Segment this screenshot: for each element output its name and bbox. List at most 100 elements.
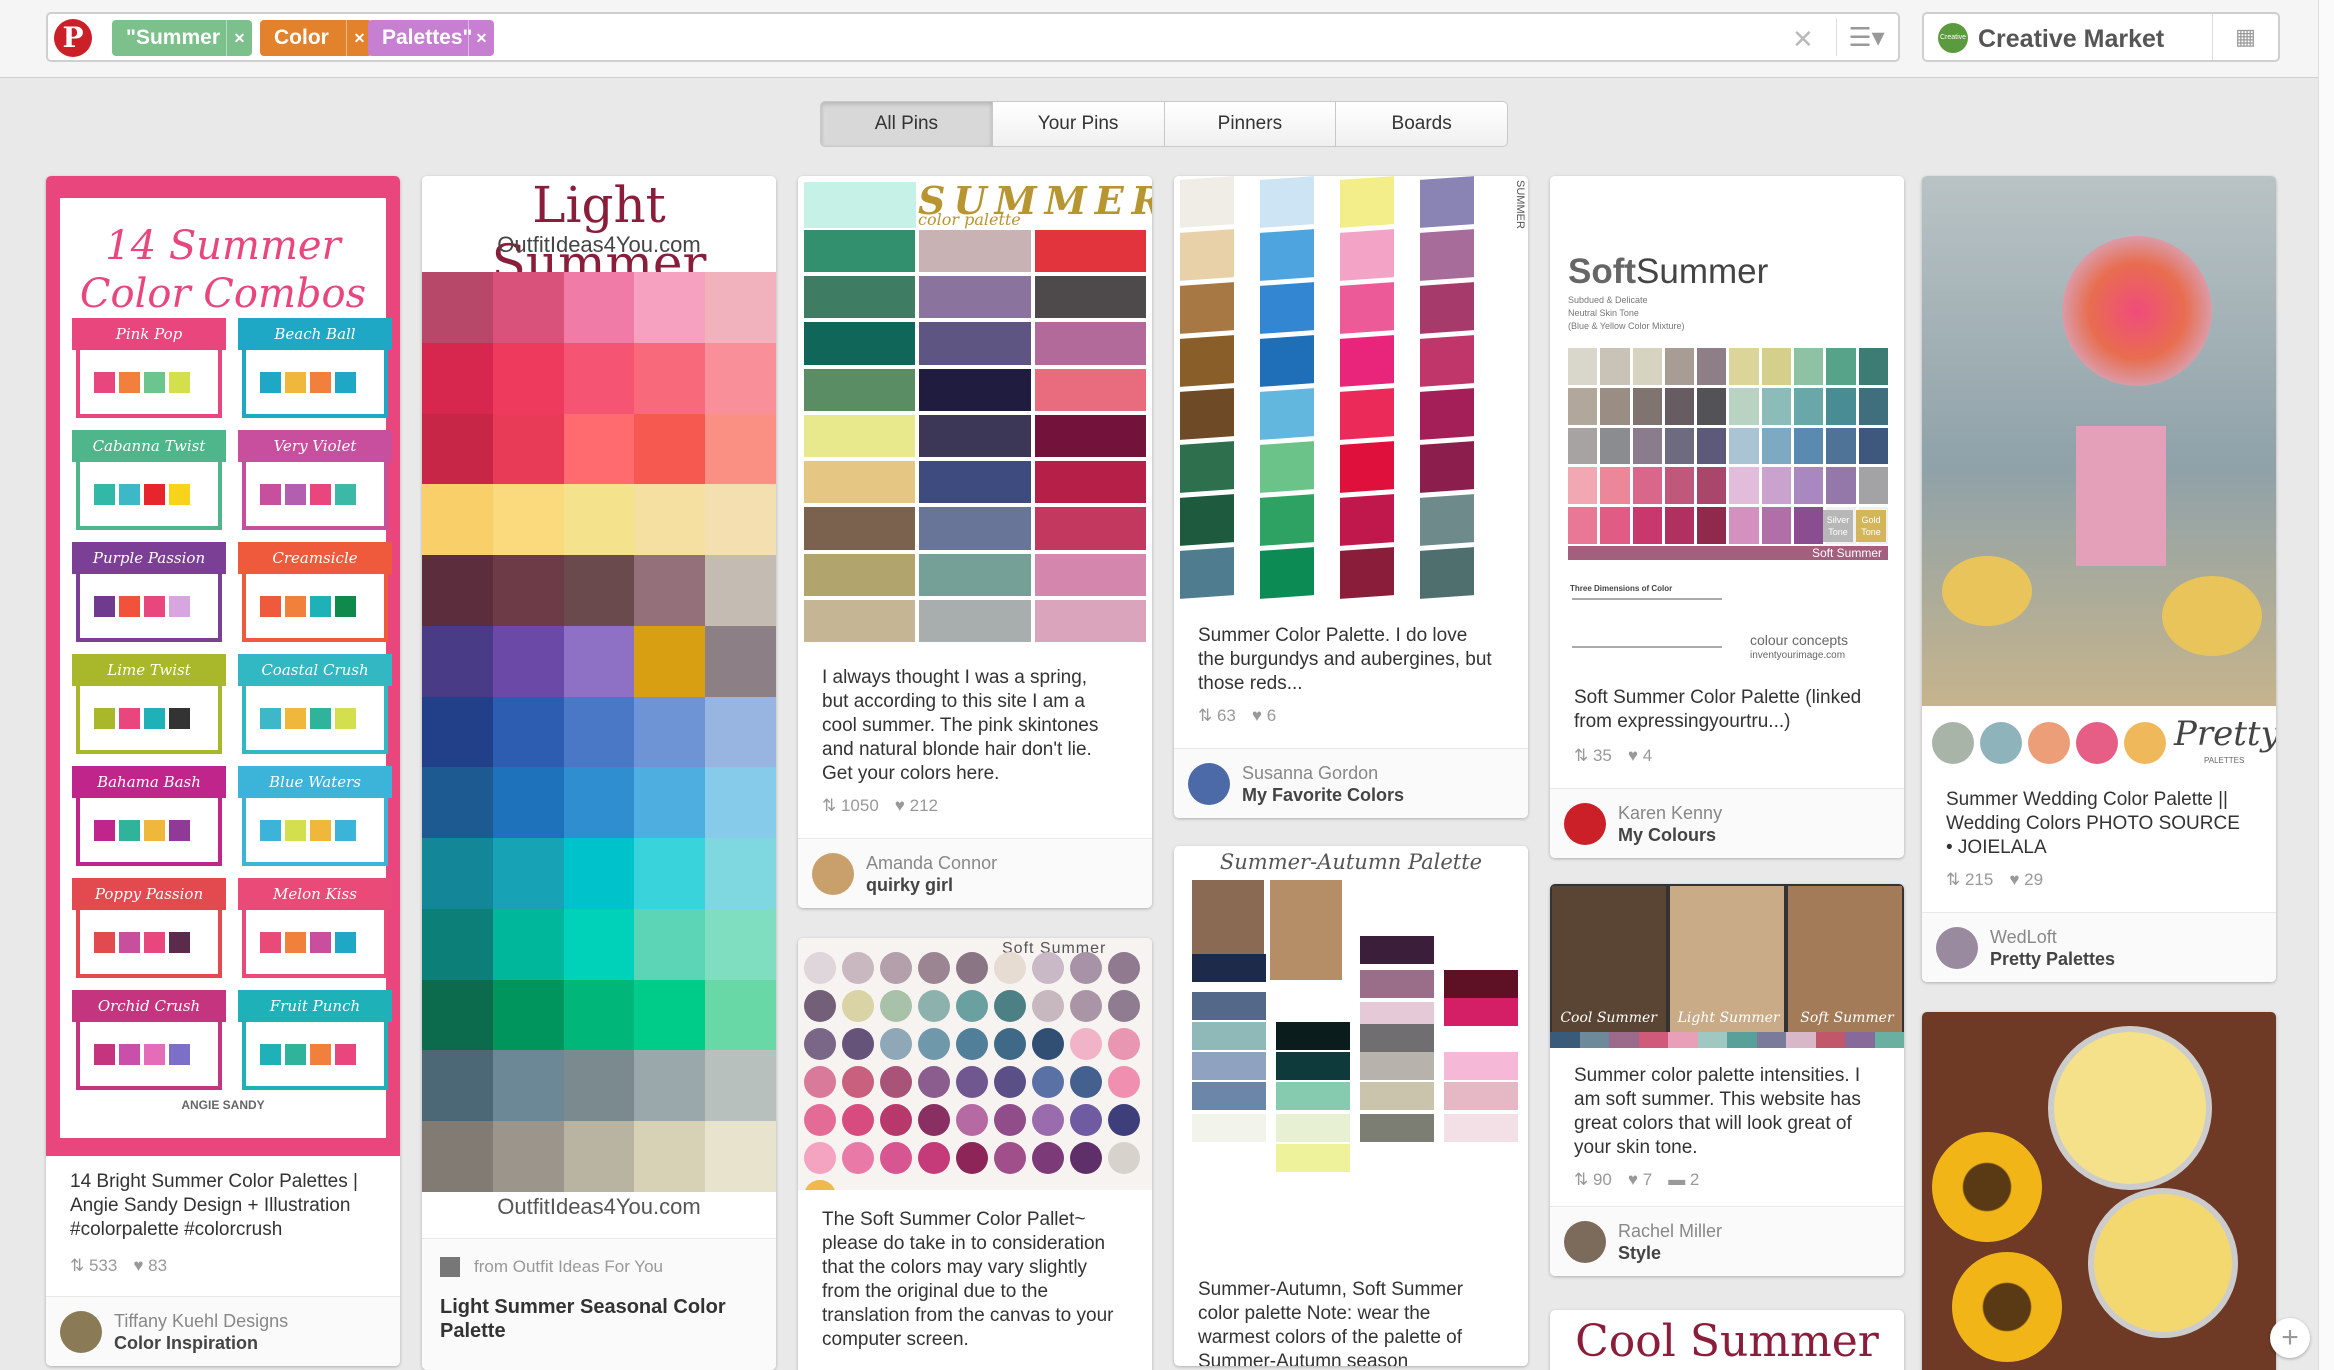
scrollbar[interactable] bbox=[2318, 0, 2334, 1370]
board-name[interactable]: Pretty Palettes bbox=[1990, 949, 2115, 970]
avatar[interactable] bbox=[1936, 927, 1978, 969]
color-combo: Blue Waters bbox=[238, 766, 392, 866]
silver-tone-label: Silver Tone bbox=[1823, 510, 1853, 542]
pin-stats: ⇅ 215 ♥ 29 bbox=[1946, 870, 2044, 889]
pin-attribution[interactable]: Amanda Connor quirky girl bbox=[798, 838, 1152, 908]
pin-image[interactable]: 14 Summer Color Combos Pink Pop Beach Ball… bbox=[46, 176, 400, 1156]
paint-can bbox=[2088, 1188, 2238, 1338]
color-combo: Beach Ball bbox=[238, 318, 392, 418]
pin-card[interactable]: Soft Summer The Soft Summer Color Pallet… bbox=[798, 938, 1152, 1370]
combo-label: Beach Ball bbox=[238, 318, 392, 350]
pin-attribution[interactable]: Tiffany Kuehl Designs Color Inspiration bbox=[46, 1296, 400, 1366]
board-name[interactable]: quirky girl bbox=[866, 875, 953, 896]
avatar[interactable] bbox=[812, 853, 854, 895]
repin-count: ⇅ 533 bbox=[70, 1256, 118, 1275]
pin-image[interactable]: Soft Summer bbox=[798, 938, 1152, 1190]
plus-icon[interactable]: + bbox=[2270, 1318, 2310, 1358]
pin-card[interactable]: Summer-Autumn Palette Summer-Autumn, Sof… bbox=[1174, 846, 1528, 1366]
avatar[interactable] bbox=[1188, 763, 1230, 805]
pin-card[interactable]: 14 Summer Color Combos Pink Pop Beach Ball… bbox=[46, 176, 400, 1366]
brand-url: inventyourimage.com bbox=[1750, 650, 1846, 661]
pin-image[interactable]: Light Summer OutfitIdeas4You.com bbox=[422, 176, 776, 1192]
pin-source[interactable]: from Outfit Ideas For You Light Summer S… bbox=[422, 1238, 776, 1370]
pin-attribution[interactable]: WedLoft Pretty Palettes bbox=[1922, 912, 2276, 982]
combo-label: Coastal Crush bbox=[238, 654, 392, 686]
menu-icon[interactable]: ☰▾ bbox=[1836, 18, 1896, 56]
board-name[interactable]: Style bbox=[1618, 1243, 1661, 1264]
pin-card[interactable]: Light Summer OutfitIdeas4You.com OutfitI… bbox=[422, 176, 776, 1370]
pin-title[interactable]: Light Summer Seasonal Color Palette bbox=[440, 1295, 726, 1343]
pin-card[interactable]: Pretty PALETTES Summer Wedding Color Pal… bbox=[1922, 176, 2276, 982]
avatar[interactable] bbox=[60, 1311, 102, 1353]
source-label[interactable]: from Outfit Ideas For You bbox=[474, 1257, 663, 1277]
infographic-title: 14 Summer Color Combos bbox=[79, 223, 367, 317]
pin-description: 14 Bright Summer Color Palettes | Angie S… bbox=[70, 1171, 358, 1240]
pinterest-logo-icon[interactable] bbox=[1564, 803, 1606, 845]
site-label: OutfitIdeas4You.com bbox=[497, 232, 701, 257]
pin-image[interactable]: SoftSummer Subdued & Delicate Neutral Ski… bbox=[1550, 176, 1904, 672]
site-label: OutfitIdeas4You.com bbox=[497, 1194, 701, 1219]
pin-attribution[interactable]: Susanna Gordon My Favorite Colors bbox=[1174, 748, 1528, 818]
pin-image[interactable]: SUMMER color palette bbox=[798, 176, 1152, 646]
color-combo: Melon Kiss bbox=[238, 878, 392, 978]
pin-image[interactable]: Summer-Autumn Palette bbox=[1174, 846, 1528, 1258]
like-count: ♥ 83 bbox=[133, 1256, 168, 1275]
brand-label: ANGIE SANDY bbox=[181, 1098, 265, 1112]
tab-pinners[interactable]: Pinners bbox=[1165, 102, 1337, 146]
pinner-name[interactable]: Karen Kenny bbox=[1618, 803, 1722, 824]
close-icon[interactable]: ✕ bbox=[1792, 24, 1814, 55]
token-remove-icon[interactable]: ✕ bbox=[226, 20, 252, 56]
pin-card[interactable]: Cool Summer Light Summer Soft Summer Summe… bbox=[1550, 884, 1904, 1276]
board-name[interactable]: My Colours bbox=[1618, 825, 1716, 846]
token-remove-icon[interactable]: ✕ bbox=[468, 20, 494, 56]
combo-label: Poppy Passion bbox=[72, 878, 226, 910]
pin-attribution[interactable]: Rachel Miller Style bbox=[1550, 1206, 1904, 1276]
top-bar: P "Summer ✕ Color ✕ Palettes" ✕ ✕ ☰▾ Creati… bbox=[0, 0, 2334, 78]
notification-icon[interactable]: ▦ bbox=[2212, 14, 2278, 60]
user-menu[interactable]: Creative Creative Market ▦ bbox=[1922, 12, 2280, 62]
tab-all-pins[interactable]: All Pins bbox=[821, 102, 993, 146]
pin-card[interactable]: SUMMER Summer Color Palette. I do love th… bbox=[1174, 176, 1528, 818]
brand-logo: colour concepts bbox=[1750, 632, 1849, 648]
pinner-name[interactable]: Amanda Connor bbox=[866, 853, 997, 874]
search-bar[interactable]: P "Summer ✕ Color ✕ Palettes" ✕ ✕ ☰▾ bbox=[46, 12, 1900, 62]
pinterest-logo-icon[interactable]: P bbox=[54, 19, 92, 57]
user-name[interactable]: Creative Market bbox=[1978, 25, 2164, 54]
search-token-palettes[interactable]: Palettes" ✕ bbox=[368, 20, 494, 56]
token-label: Color bbox=[274, 26, 329, 49]
board-name[interactable]: Color Inspiration bbox=[114, 1333, 258, 1354]
pretty-palettes-sub: PALETTES bbox=[2204, 756, 2245, 765]
pin-card[interactable]: SUMMER color palette I always thought I … bbox=[798, 176, 1152, 908]
tab-your-pins[interactable]: Your Pins bbox=[993, 102, 1165, 146]
flower-arrangement bbox=[2062, 236, 2212, 386]
pin-image[interactable]: SUMMER bbox=[1174, 176, 1528, 608]
combo-label: Melon Kiss bbox=[238, 878, 392, 910]
pin-card[interactable]: SoftSummer Subdued & Delicate Neutral Ski… bbox=[1550, 176, 1904, 858]
intensity-labels: Cool Summer Light Summer Soft Summer bbox=[1560, 1010, 1894, 1026]
pin-attribution[interactable]: Karen Kenny My Colours bbox=[1550, 788, 1904, 858]
pin-image[interactable] bbox=[1922, 1012, 2276, 1370]
pinner-name[interactable]: Susanna Gordon bbox=[1242, 763, 1378, 784]
image-subtitle: Subdued & Delicate Neutral Skin Tone (Blue… bbox=[1568, 295, 1685, 331]
paint-can bbox=[2048, 1026, 2212, 1190]
color-grid bbox=[804, 230, 1146, 642]
infographic: 14 Summer Color Combos Pink Pop Beach Ball… bbox=[60, 198, 392, 1138]
pin-card[interactable]: Cool Summer bbox=[1550, 1310, 1904, 1370]
color-combo: Poppy Passion bbox=[72, 878, 226, 978]
pin-image[interactable] bbox=[1922, 176, 2276, 706]
search-token-color[interactable]: Color ✕ bbox=[260, 20, 372, 56]
gold-tone-label: Gold Tone bbox=[1856, 510, 1886, 542]
search-token-summer[interactable]: "Summer ✕ bbox=[112, 20, 252, 56]
sunflower bbox=[1952, 1252, 2062, 1362]
pinner-name[interactable]: WedLoft bbox=[1990, 927, 2057, 948]
board-name[interactable]: My Favorite Colors bbox=[1242, 785, 1404, 806]
pinner-name[interactable]: Rachel Miller bbox=[1618, 1221, 1722, 1242]
pin-image[interactable]: Cool Summer Light Summer Soft Summer bbox=[1550, 884, 1904, 1048]
pin-card[interactable] bbox=[1922, 1012, 2276, 1370]
color-combo: Orchid Crush bbox=[72, 990, 226, 1090]
color-grid bbox=[422, 272, 776, 1192]
tab-boards[interactable]: Boards bbox=[1336, 102, 1507, 146]
avatar[interactable] bbox=[1564, 1221, 1606, 1263]
pin-stats: ⇅ 35 ♥ 4 bbox=[1574, 746, 1653, 765]
pinner-name[interactable]: Tiffany Kuehl Designs bbox=[114, 1311, 288, 1332]
